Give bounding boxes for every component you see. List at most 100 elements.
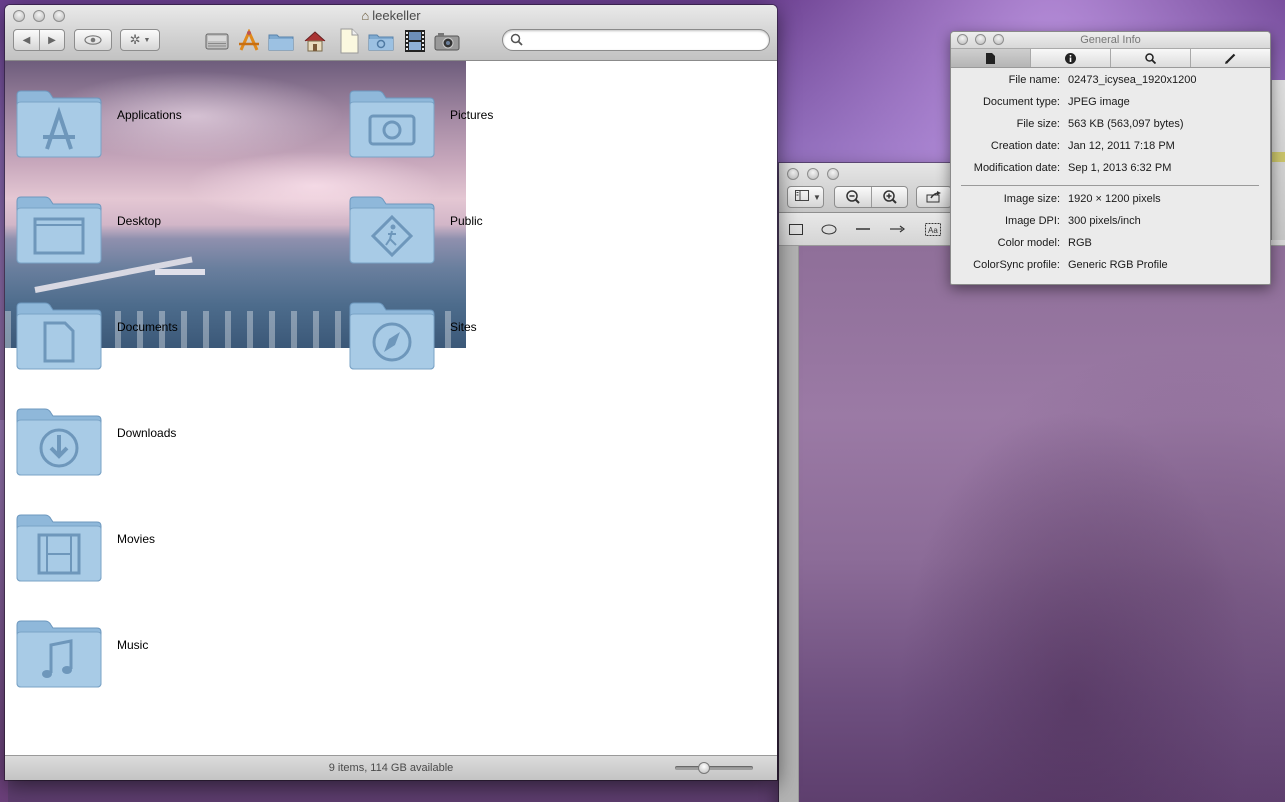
forward-button[interactable]: ▶ [39, 30, 64, 50]
background-window-edge [1271, 80, 1285, 240]
folder-item-music[interactable]: Music [5, 613, 335, 703]
info-row-image-size: Image size: 1920 × 1200 pixels [1003, 193, 1161, 205]
rectangle-tool-icon[interactable] [787, 221, 805, 237]
folder-icon[interactable] [267, 27, 295, 55]
info-row-creation-date: Creation date: Jan 12, 2011 7:18 PM [990, 140, 1175, 152]
svg-text:Aa: Aa [928, 226, 938, 235]
folder-label: Public [450, 214, 483, 228]
text-box-tool-icon[interactable]: Aa [924, 221, 942, 237]
slider-knob[interactable] [698, 762, 710, 774]
film-strip-icon[interactable] [401, 27, 429, 55]
share-icon [926, 191, 941, 203]
action-menu-button[interactable]: ✲ ▼ [120, 29, 160, 51]
documents-folder-icon [16, 302, 102, 370]
folder-item-downloads[interactable]: Downloads [5, 401, 335, 491]
folder-item-pictures[interactable]: Pictures [338, 83, 668, 173]
gear-icon: ✲ [129, 32, 141, 47]
info-row-color-model: Color model: RGB [997, 237, 1092, 249]
zoom-in-button[interactable] [871, 187, 907, 207]
oval-tool-icon[interactable] [820, 221, 838, 237]
close-button[interactable] [787, 168, 799, 180]
info-titlebar: General Info [951, 32, 1270, 48]
quick-look-button[interactable] [74, 29, 112, 51]
window-title: ⌂ leekeller [5, 8, 777, 23]
camera-icon[interactable] [433, 27, 461, 55]
info-row-file-size: File size: 563 KB (563,097 bytes) [1016, 118, 1184, 130]
tab-keywords[interactable] [1111, 49, 1191, 67]
general-info-panel: General Info File name: 02473_icysea_1920… [950, 31, 1271, 285]
folder-item-documents[interactable]: Documents [5, 295, 335, 385]
home-icon: ⌂ [361, 8, 370, 23]
info-row-document-type: Document type: JPEG image [982, 96, 1130, 108]
folder-item-sites[interactable]: Sites [338, 295, 668, 385]
selection-highlight [1272, 152, 1285, 162]
search-icon [510, 33, 523, 49]
icon-size-slider[interactable] [675, 762, 753, 774]
folder-item-public[interactable]: Public [338, 189, 668, 279]
music-folder-icon [16, 620, 102, 688]
applications-folder-icon [16, 90, 102, 158]
home-folder-icon[interactable] [301, 27, 329, 55]
back-forward-control[interactable]: ◀ ▶ [13, 29, 65, 51]
document-icon[interactable] [335, 27, 363, 55]
folder-label: Desktop [117, 214, 162, 228]
window-title-text: leekeller [372, 8, 421, 23]
status-text: 9 items, 114 GB available [328, 762, 454, 774]
finder-icon-view: Applications Desktop Documents Downloads… [5, 61, 777, 755]
info-row-colorsync-profile: ColorSync profile: Generic RGB Profile [973, 259, 1168, 271]
folder-label: Pictures [450, 108, 494, 122]
folder-label: Sites [450, 320, 477, 334]
eye-icon [84, 35, 102, 45]
pencil-icon [1225, 53, 1236, 64]
folder-label: Applications [117, 108, 182, 122]
folder-label: Movies [117, 532, 156, 546]
applications-icon[interactable] [235, 27, 263, 55]
preview-window-controls [787, 168, 839, 180]
status-bar: 9 items, 114 GB available [5, 755, 777, 780]
back-button[interactable]: ◀ [14, 30, 39, 50]
divider [961, 185, 1259, 186]
desktop-folder-icon [16, 196, 102, 264]
slider-track [675, 766, 753, 770]
finder-window: ⌂ leekeller ◀ ▶ ✲ ▼ Applications Desktop… [5, 5, 777, 780]
line-tool-icon[interactable] [854, 221, 872, 237]
sites-folder-icon [349, 302, 435, 370]
zoom-out-icon [846, 190, 860, 204]
finder-toolbar: ⌂ leekeller ◀ ▶ ✲ ▼ [5, 5, 777, 61]
downloads-folder-icon [16, 408, 102, 476]
zoom-in-icon [882, 190, 897, 204]
minimize-button[interactable] [807, 168, 819, 180]
zoom-button[interactable] [827, 168, 839, 180]
forward-arrow-icon: ▶ [48, 34, 56, 46]
folder-item-applications[interactable]: Applications [5, 83, 335, 173]
folder-item-desktop[interactable]: Desktop [5, 189, 335, 279]
arrow-tool-icon[interactable] [888, 221, 906, 237]
zoom-out-button[interactable] [835, 187, 871, 207]
movies-folder-icon [16, 514, 102, 582]
folder-item-movies[interactable]: Movies [5, 507, 335, 597]
pictures-folder-icon [349, 90, 435, 158]
tab-annotations[interactable] [1191, 49, 1270, 67]
sidebar-view-button[interactable]: ▼ [787, 186, 824, 208]
pictures-folder-shortcut-icon[interactable] [367, 27, 395, 55]
search-input[interactable] [525, 32, 765, 48]
tab-general[interactable] [951, 49, 1031, 67]
share-button[interactable] [916, 186, 952, 208]
hard-drive-icon[interactable] [203, 27, 231, 55]
chevron-down-icon: ▼ [813, 192, 821, 202]
public-folder-icon [349, 196, 435, 264]
zoom-segmented-control[interactable] [834, 186, 908, 208]
sidebar-icon [795, 190, 809, 204]
tab-more-info[interactable] [1031, 49, 1111, 67]
chevron-down-icon: ▼ [143, 36, 151, 44]
info-row-file-name: File name: 02473_icysea_1920x1200 [1008, 74, 1197, 86]
file-icon [986, 52, 995, 64]
search-icon [1145, 52, 1156, 64]
info-tabs [951, 48, 1270, 68]
folder-label: Downloads [117, 426, 177, 440]
info-title: General Info [1080, 34, 1141, 46]
back-arrow-icon: ◀ [22, 34, 31, 46]
info-row-image-dpi: Image DPI: 300 pixels/inch [1004, 215, 1141, 227]
search-field[interactable] [502, 29, 770, 51]
preview-image [799, 246, 1285, 802]
